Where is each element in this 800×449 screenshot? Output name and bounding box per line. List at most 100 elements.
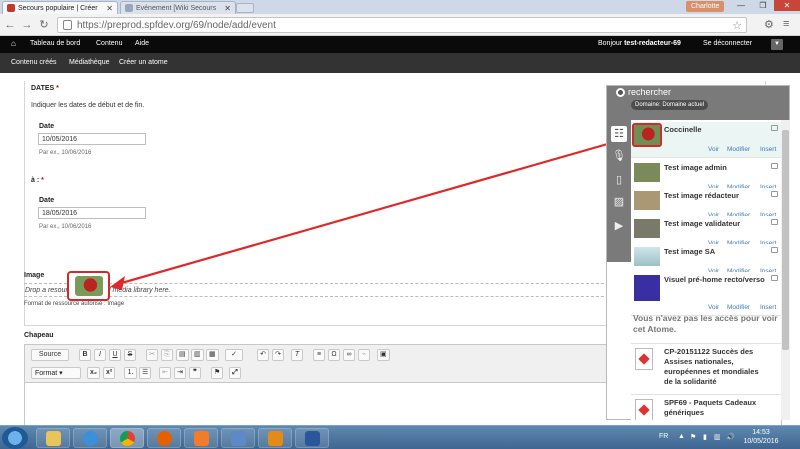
remove-format-icon[interactable]: T bbox=[291, 349, 303, 361]
reload-icon[interactable]: ↻ bbox=[38, 18, 50, 32]
taskbar-remote-desktop[interactable] bbox=[221, 428, 255, 448]
anchor-flag-icon[interactable]: ⚑ bbox=[211, 367, 224, 379]
home-icon[interactable]: ⌂ bbox=[11, 39, 16, 48]
audio-icon[interactable]: 🎙 bbox=[611, 148, 627, 164]
forward-icon[interactable]: → bbox=[21, 18, 33, 32]
copy-icon[interactable]: ⎘ bbox=[161, 349, 173, 361]
bookmark-star-icon[interactable]: ☆ bbox=[732, 19, 742, 32]
media-thumbnail[interactable] bbox=[634, 275, 660, 301]
maximize-button[interactable]: ❐ bbox=[752, 0, 774, 11]
blockquote-icon[interactable]: ❞ bbox=[189, 367, 201, 379]
address-bar[interactable]: https://preprod.spfdev.org/69/node/add/e… bbox=[57, 17, 747, 33]
close-tab-icon[interactable]: ✕ bbox=[103, 4, 113, 13]
logout-link[interactable]: Se déconnecter bbox=[703, 40, 752, 47]
taskbar-firefox[interactable] bbox=[147, 428, 181, 448]
media-thumbnail[interactable] bbox=[632, 123, 662, 147]
toolbar-toggle-icon[interactable]: ▼ bbox=[771, 39, 783, 50]
battery-icon[interactable]: ▮ bbox=[703, 433, 707, 441]
taskbar-word[interactable] bbox=[295, 428, 329, 448]
toolbar-username[interactable]: test-redacteur-69 bbox=[624, 40, 681, 47]
minimize-button[interactable]: — bbox=[730, 0, 752, 11]
strike-button[interactable]: S bbox=[124, 349, 136, 361]
list-view-icon[interactable]: ☷ bbox=[611, 126, 627, 142]
toolbar-dashboard[interactable]: Tableau de bord bbox=[30, 40, 80, 47]
toolbar-help[interactable]: Aide bbox=[135, 40, 149, 47]
video-icon[interactable]: ▶ bbox=[611, 218, 627, 234]
panel-scrollbar[interactable] bbox=[781, 120, 790, 420]
underline-button[interactable]: U bbox=[109, 349, 121, 361]
media-thumbnail[interactable] bbox=[634, 219, 660, 238]
list-item[interactable]: SPF69 - Paquets Cadeaux génériques bbox=[631, 394, 781, 420]
special-char-icon[interactable]: Ω bbox=[328, 349, 340, 361]
system-clock[interactable]: 14:53 10/05/2016 bbox=[740, 428, 782, 446]
document-icon[interactable]: ▯ bbox=[611, 172, 627, 188]
show-hidden-icons[interactable]: ▲ bbox=[678, 433, 685, 440]
end-date-input[interactable]: 18/05/2016 bbox=[38, 207, 146, 219]
profile-badge[interactable]: Charlotte bbox=[686, 1, 725, 12]
toolbar-content[interactable]: Contenu bbox=[96, 40, 122, 47]
browser-tab-active[interactable]: Secours populaire | Créer ✕ bbox=[2, 1, 118, 14]
close-tab-icon[interactable]: ✕ bbox=[221, 4, 231, 13]
taskbar-explorer[interactable] bbox=[36, 428, 70, 448]
italic-button[interactable]: I bbox=[94, 349, 106, 361]
shortcut-create-atom[interactable]: Créer un atome bbox=[119, 59, 168, 66]
taskbar-media-player[interactable] bbox=[184, 428, 218, 448]
maximize-editor-icon[interactable]: ⤢ bbox=[229, 367, 241, 379]
cut-icon[interactable]: ✂ bbox=[146, 349, 158, 361]
bold-button[interactable]: B bbox=[79, 349, 91, 361]
view-link[interactable]: Voir bbox=[708, 146, 719, 153]
no-access-message: Vous n'avez pas les accès pour voir cet … bbox=[633, 313, 778, 334]
domain-badge[interactable]: Domaine: Domaine actuel bbox=[631, 100, 709, 110]
redo-icon[interactable]: ↷ bbox=[272, 349, 284, 361]
volume-icon[interactable]: 🔊 bbox=[726, 433, 735, 441]
horizontal-rule-icon[interactable]: ≡ bbox=[313, 349, 325, 361]
taskbar-ie[interactable] bbox=[73, 428, 107, 448]
image-dropzone[interactable]: Drop a resource from Scald media library… bbox=[24, 283, 624, 297]
superscript-button[interactable]: x² bbox=[103, 367, 116, 379]
scrollbar-thumb[interactable] bbox=[782, 130, 789, 350]
bullet-list-icon[interactable]: ☰ bbox=[139, 367, 152, 379]
back-icon[interactable]: ← bbox=[4, 18, 16, 32]
unlink-icon[interactable]: ⌁ bbox=[358, 349, 370, 361]
spellcheck-icon[interactable]: ✓ bbox=[225, 349, 243, 361]
source-button[interactable]: Source bbox=[31, 349, 69, 361]
image-insert-icon[interactable]: ▣ bbox=[377, 349, 390, 361]
insert-link[interactable]: Insert bbox=[760, 146, 776, 153]
start-button[interactable] bbox=[2, 427, 28, 449]
dragged-image-thumbnail[interactable] bbox=[67, 271, 110, 301]
numbered-list-icon[interactable]: ⒈ bbox=[124, 367, 137, 379]
taskbar-outlook[interactable] bbox=[258, 428, 292, 448]
network-icon[interactable]: ▥ bbox=[714, 433, 721, 441]
format-select[interactable]: Format ▾ bbox=[31, 367, 81, 379]
list-item[interactable]: Coccinelle Voir Modifier Insert bbox=[631, 122, 781, 158]
browser-tab-inactive[interactable]: Evénement [Wiki Secours ✕ bbox=[120, 1, 236, 14]
list-item[interactable]: CP-20151122 Succès des Assises nationale… bbox=[631, 343, 787, 391]
paste-icon[interactable]: ▤ bbox=[176, 349, 189, 361]
menu-icon[interactable]: ≡ bbox=[783, 18, 789, 30]
image-icon[interactable]: ▨ bbox=[611, 194, 627, 210]
close-window-button[interactable]: ✕ bbox=[774, 0, 800, 11]
search-radio-icon[interactable] bbox=[616, 88, 625, 97]
indent-icon[interactable]: ⇥ bbox=[174, 367, 186, 379]
outdent-icon[interactable]: ⇤ bbox=[159, 367, 171, 379]
media-thumbnail[interactable] bbox=[634, 163, 660, 182]
start-date-input[interactable]: 10/05/2016 bbox=[38, 133, 146, 145]
media-thumbnail[interactable] bbox=[634, 247, 660, 266]
thumbnail-image bbox=[634, 125, 660, 145]
search-toggle[interactable]: rechercher bbox=[628, 87, 671, 97]
subscript-button[interactable]: x₂ bbox=[87, 367, 101, 379]
link-icon[interactable]: ∞ bbox=[343, 349, 355, 361]
shortcut-media-library[interactable]: Médiathèque bbox=[69, 59, 109, 66]
media-thumbnail[interactable] bbox=[634, 191, 660, 210]
taskbar-chrome[interactable] bbox=[110, 428, 144, 448]
new-tab-button[interactable] bbox=[236, 3, 254, 13]
edit-link[interactable]: Modifier bbox=[727, 146, 750, 153]
favicon-icon bbox=[7, 4, 15, 12]
extension-icon[interactable]: ⚙ bbox=[764, 18, 774, 31]
shortcut-created-content[interactable]: Contenu créés bbox=[11, 59, 57, 66]
paste-text-icon[interactable]: ▥ bbox=[191, 349, 204, 361]
language-indicator[interactable]: FR bbox=[659, 433, 668, 440]
undo-icon[interactable]: ↶ bbox=[257, 349, 269, 361]
paste-word-icon[interactable]: ▦ bbox=[206, 349, 219, 361]
flag-icon[interactable]: ⚑ bbox=[690, 433, 696, 441]
